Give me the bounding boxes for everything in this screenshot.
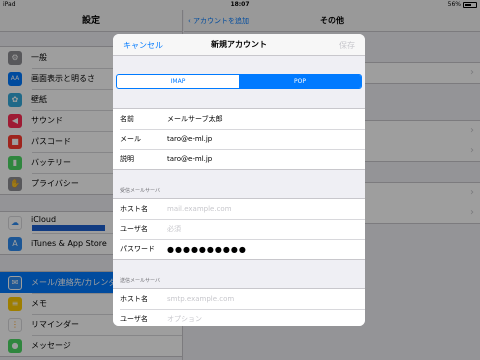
account-type-segmented-control: IMAP POP [116,74,362,89]
incoming-host-row[interactable]: ホスト名 mail.example.com [113,199,365,219]
name-row[interactable]: 名前 メールサーブ太郎 [113,109,365,129]
outgoing-user-input[interactable]: オプション [167,314,202,324]
name-label: 名前 [120,115,134,123]
incoming-password-row[interactable]: パスワード ●●●●●●●●●● [113,239,365,259]
incoming-server-header: 受信メールサーバ [120,188,160,194]
incoming-user-row[interactable]: ユーザ名 必須 [113,219,365,239]
incoming-user-label: ユーザ名 [120,225,148,233]
save-button[interactable]: 保存 [339,40,355,51]
name-field[interactable]: メールサーブ太郎 [167,114,223,124]
description-row[interactable]: 説明 taro@e-ml.jp [113,149,365,169]
outgoing-host-label: ホスト名 [120,295,148,303]
incoming-password-label: パスワード [120,245,155,253]
description-field[interactable]: taro@e-ml.jp [167,155,212,163]
account-info-group: 名前 メールサーブ太郎 メール taro@e-ml.jp 説明 taro@e-m… [113,108,365,170]
incoming-password-input[interactable]: ●●●●●●●●●● [167,245,247,254]
segment-pop[interactable]: POP [239,75,361,88]
email-label: メール [120,135,141,143]
incoming-server-group: ホスト名 mail.example.com ユーザ名 必須 パスワード ●●●●… [113,198,365,260]
outgoing-host-input[interactable]: smtp.example.com [167,295,234,303]
new-account-sheet: キャンセル 新規アカウント 保存 IMAP POP 名前 メールサーブ太郎 メー… [113,34,365,326]
outgoing-user-row[interactable]: ユーザ名 オプション [113,309,365,326]
sheet-header: キャンセル 新規アカウント 保存 [113,34,365,56]
incoming-user-input[interactable]: 必須 [167,224,181,234]
incoming-host-label: ホスト名 [120,205,148,213]
sheet-title: 新規アカウント [211,40,267,49]
email-field[interactable]: taro@e-ml.jp [167,135,212,143]
incoming-host-input[interactable]: mail.example.com [167,205,232,213]
email-row[interactable]: メール taro@e-ml.jp [113,129,365,149]
outgoing-server-group: ホスト名 smtp.example.com ユーザ名 オプション [113,288,365,326]
description-label: 説明 [120,155,134,163]
segment-imap[interactable]: IMAP [117,75,239,88]
outgoing-server-header: 送信メールサーバ [120,278,160,284]
outgoing-host-row[interactable]: ホスト名 smtp.example.com [113,289,365,309]
outgoing-user-label: ユーザ名 [120,315,148,323]
